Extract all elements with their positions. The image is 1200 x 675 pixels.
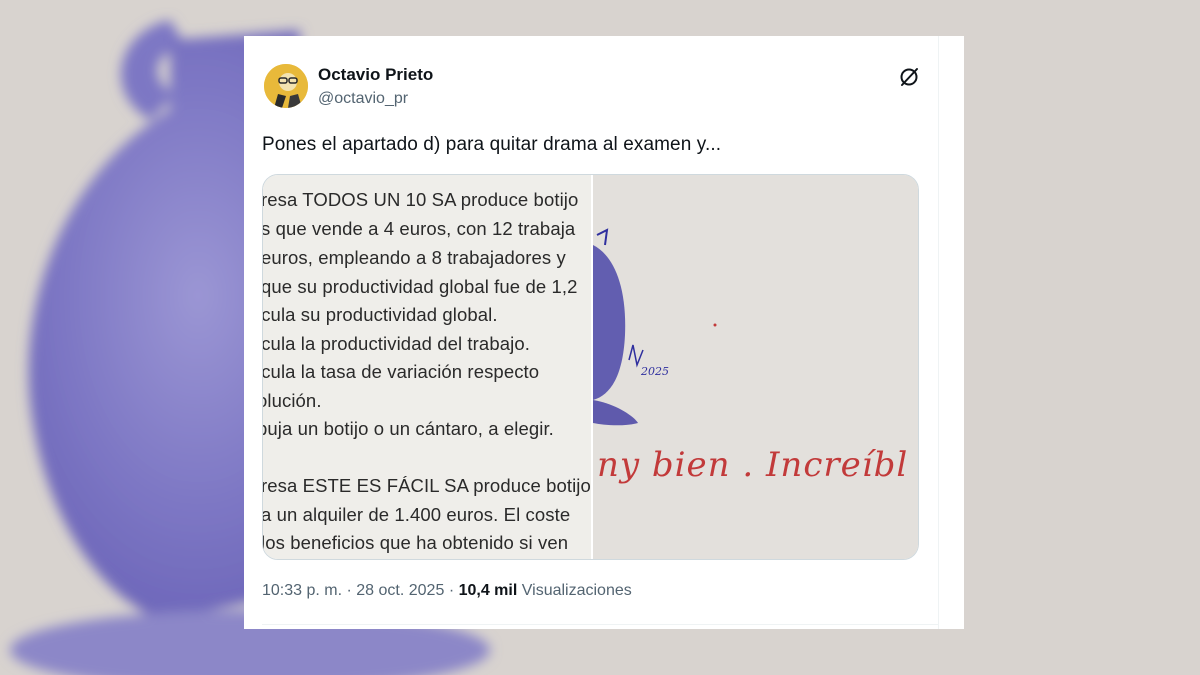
tweet-card: Octavio Prieto @octavio_pr Pones el apar…: [244, 36, 964, 629]
views-count: 10,4 mil: [458, 582, 518, 599]
exam-photo[interactable]: resa TODOS UN 10 SA produce botijo s que…: [263, 175, 591, 559]
views-label[interactable]: Visualizaciones: [522, 582, 632, 599]
exam-line: a un alquiler de 1.400 euros. El coste: [263, 504, 571, 525]
grok-icon[interactable]: [898, 66, 920, 88]
exam-line: resa ESTE ES FÁCIL SA produce botijo: [263, 475, 591, 496]
exam-line: buja un botijo o un cántaro, a elegir.: [263, 418, 554, 439]
card-divider: [262, 624, 938, 625]
author-name[interactable]: Octavio Prieto: [318, 65, 433, 85]
author-handle[interactable]: @octavio_pr: [318, 90, 408, 108]
meta-separator: ·: [346, 582, 352, 599]
meta-separator: ·: [448, 582, 455, 599]
teacher-comment: ny bien . Increíbl: [597, 445, 909, 485]
timeline-divider: [938, 36, 939, 629]
exam-line: resa TODOS UN 10 SA produce botijo: [263, 189, 579, 210]
answer-photo[interactable]: 2025 ny bien . Increíbl: [593, 175, 918, 559]
tweet-text: Pones el apartado d) para quitar drama a…: [262, 134, 722, 155]
tweet-date[interactable]: 28 oct. 2025: [356, 582, 444, 599]
exam-line: euros, empleando a 8 trabajadores y: [263, 247, 566, 268]
avatar[interactable]: [264, 64, 308, 108]
tweet-meta: 10:33 p. m. · 28 oct. 2025 · 10,4 mil Vi…: [262, 582, 632, 600]
tweet-media[interactable]: resa TODOS UN 10 SA produce botijo s que…: [262, 174, 919, 560]
exam-line: lcula la tasa de variación respecto: [263, 361, 540, 382]
exam-line: los beneficios que ha obtenido si ven: [263, 532, 569, 553]
tweet-time[interactable]: 10:33 p. m.: [262, 582, 342, 599]
exam-line: olución.: [263, 390, 322, 411]
exam-line: lcula su productividad global.: [263, 304, 498, 325]
signature-text: 2025: [640, 365, 669, 378]
exam-line: s que vende a 4 euros, con 12 trabaja: [263, 218, 576, 239]
exam-line: lcula la productividad del trabajo.: [263, 333, 530, 354]
exam-line: que su productividad global fue de 1,2: [263, 276, 578, 297]
